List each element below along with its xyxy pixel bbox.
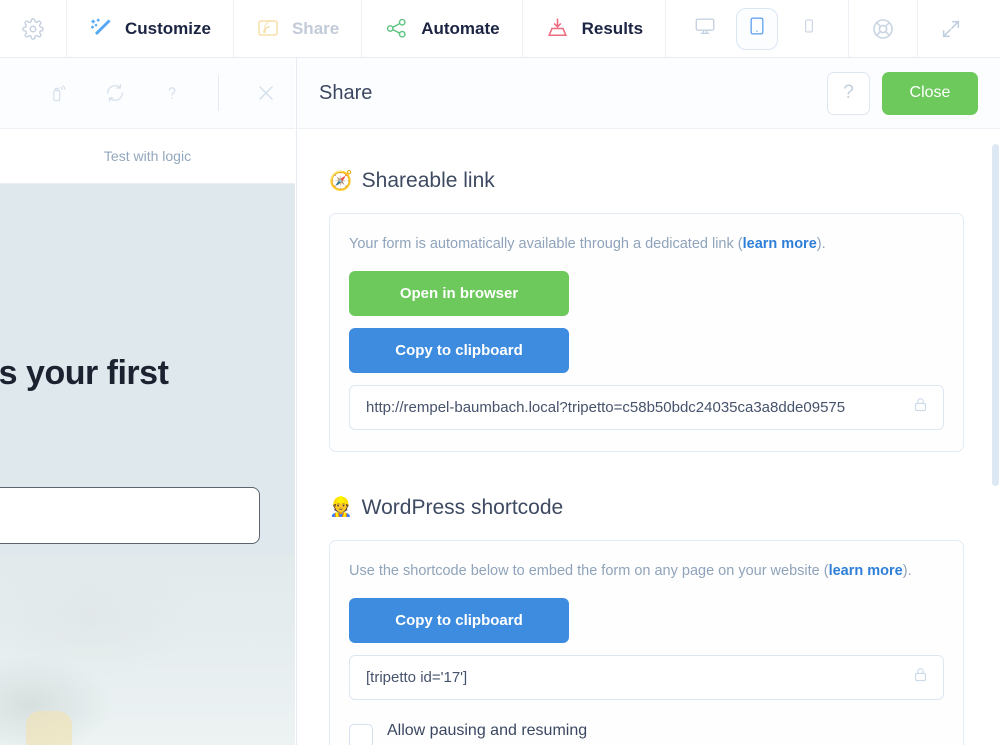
- wordpress-shortcode-description: Use the shortcode below to embed the for…: [349, 561, 944, 583]
- test-with-logic-bar[interactable]: Test with logic: [0, 129, 295, 184]
- lifebuoy-icon: [871, 17, 895, 41]
- compass-icon: 🧭: [329, 170, 353, 192]
- tab-customize-label: Customize: [125, 18, 211, 38]
- preview-background-photo: [0, 555, 295, 745]
- description-suffix: ).: [902, 562, 912, 579]
- wordpress-shortcode-title: WordPress shortcode: [361, 495, 564, 519]
- shareable-link-card: Your form is automatically available thr…: [329, 213, 964, 452]
- tab-results-label: Results: [581, 18, 644, 38]
- panel-close-button[interactable]: Close: [882, 71, 978, 115]
- tab-customize[interactable]: Customize: [67, 0, 234, 57]
- tab-results[interactable]: Results: [523, 0, 667, 57]
- share-screen-icon: [256, 17, 280, 41]
- panel-scrollbar-thumb[interactable]: [992, 144, 999, 486]
- wordpress-shortcode-card: Use the shortcode below to embed the for…: [329, 539, 964, 745]
- shareable-link-title: Shareable link: [361, 169, 495, 192]
- help-lifebuoy-button[interactable]: [849, 0, 919, 57]
- panel-title: Share: [319, 81, 373, 104]
- copy-shortcode-button[interactable]: Copy to clipboard: [349, 597, 569, 643]
- top-toolbar: Customize Share Automate Results: [0, 0, 1000, 58]
- form-preview-canvas: What's your first: [0, 184, 295, 745]
- copy-link-button[interactable]: Copy to clipboard: [349, 327, 569, 373]
- tab-automate-label: Automate: [421, 18, 500, 38]
- allow-pausing-label: Allow pausing and resuming: [387, 721, 588, 739]
- allow-pausing-checkbox[interactable]: [349, 723, 373, 745]
- learn-more-link-shareable[interactable]: learn more: [743, 236, 817, 252]
- automate-nodes-icon: [384, 16, 409, 41]
- shortcode-field[interactable]: [tripetto id='17']: [349, 654, 944, 700]
- panel-help-button[interactable]: ?: [827, 71, 870, 115]
- description-prefix: Use the shortcode below to embed the for…: [349, 562, 829, 579]
- mobile-icon: [801, 16, 817, 41]
- settings-button[interactable]: [0, 0, 67, 57]
- refresh-icon[interactable]: [104, 82, 126, 104]
- description-prefix: Your form is automatically available thr…: [349, 236, 743, 252]
- section-title-shareable-link: 🧭 Shareable link: [329, 169, 964, 193]
- section-title-wordpress-shortcode: 👷 WordPress shortcode: [329, 496, 964, 520]
- panel-header-actions: ? Close: [827, 71, 978, 115]
- device-switcher: [666, 0, 850, 57]
- tab-share[interactable]: Share: [234, 0, 363, 57]
- panel-scrollbar[interactable]: [991, 129, 1000, 745]
- lock-icon: [912, 665, 929, 689]
- share-panel-body: 🧭 Shareable link Your form is automatica…: [297, 129, 1000, 745]
- shareable-link-value: http://rempel-baumbach.local?tripetto=c5…: [366, 398, 846, 416]
- test-spray-icon[interactable]: [48, 82, 68, 104]
- allow-pausing-texts: Allow pausing and resuming Allows users …: [387, 722, 944, 745]
- construction-worker-icon: 👷: [329, 497, 353, 519]
- allow-pausing-option[interactable]: Allow pausing and resuming Allows users …: [349, 722, 944, 745]
- expand-arrows-icon: [940, 18, 962, 40]
- toolbar-divider: [218, 75, 219, 111]
- gear-icon: [22, 17, 44, 40]
- magic-wand-icon: [89, 17, 113, 41]
- tablet-icon: [747, 15, 767, 42]
- desktop-icon: [694, 15, 716, 42]
- question-mark-icon[interactable]: [162, 81, 182, 105]
- form-question-heading: What's your first: [0, 354, 169, 392]
- learn-more-link-shortcode[interactable]: learn more: [829, 563, 903, 579]
- shortcode-value: [tripetto id='17']: [366, 668, 468, 686]
- device-desktop-button[interactable]: [684, 8, 726, 50]
- form-preview-column: Test with logic What's your first: [0, 58, 295, 745]
- description-suffix: ).: [816, 236, 826, 252]
- open-in-browser-button[interactable]: Open in browser: [349, 270, 569, 316]
- shareable-link-description: Your form is automatically available thr…: [349, 234, 944, 256]
- device-mobile-button[interactable]: [788, 8, 830, 50]
- device-tablet-button[interactable]: [736, 7, 779, 50]
- form-answer-input[interactable]: [0, 487, 260, 544]
- preview-toolbar: [0, 58, 295, 129]
- fullscreen-button[interactable]: [918, 0, 984, 57]
- tab-automate[interactable]: Automate: [362, 0, 523, 57]
- results-inbox-icon: [545, 16, 570, 41]
- close-x-icon[interactable]: [255, 82, 277, 104]
- shareable-link-field[interactable]: http://rempel-baumbach.local?tripetto=c5…: [349, 384, 944, 430]
- test-with-logic-label: Test with logic: [103, 148, 192, 164]
- share-panel: Share ? Close 🧭 Shareable link Your form…: [296, 58, 1000, 745]
- tab-share-label: Share: [291, 18, 340, 38]
- share-panel-header: Share ? Close: [297, 58, 1000, 129]
- lock-icon: [912, 395, 929, 419]
